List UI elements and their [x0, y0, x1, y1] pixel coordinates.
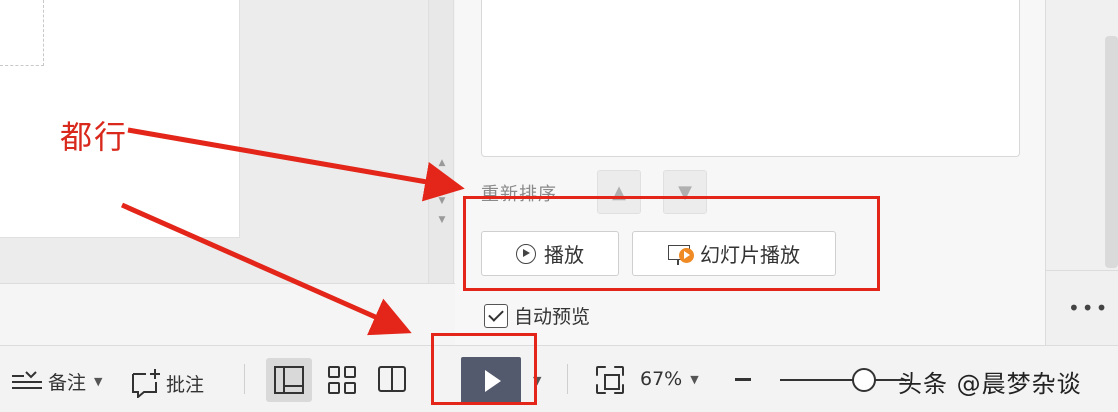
arrow-to-task-pane: [127, 127, 465, 202]
arrow-to-play-button: [120, 202, 412, 336]
annotation-arrows: [120, 127, 465, 336]
